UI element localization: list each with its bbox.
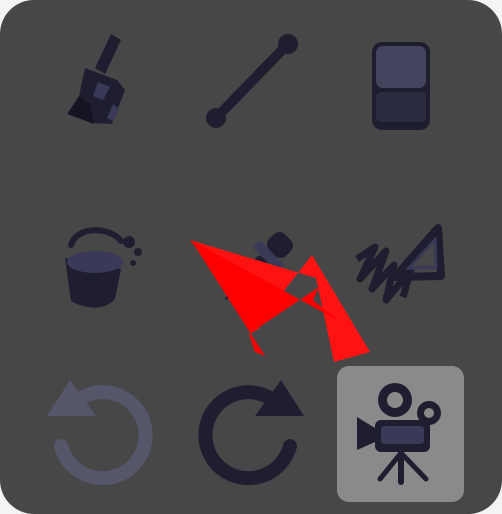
undo-arrow-icon <box>47 380 153 486</box>
paint-bucket-tool[interactable] <box>37 207 164 343</box>
scribble-triangle-tool[interactable] <box>337 207 464 343</box>
scribble-triangle-icon <box>355 224 445 304</box>
eraser-tool[interactable] <box>337 20 464 156</box>
tool-palette <box>0 0 502 514</box>
movie-camera-icon <box>357 383 441 485</box>
paint-brush-icon <box>67 34 125 124</box>
undo-tool[interactable] <box>37 366 164 502</box>
movie-camera-tool[interactable] <box>337 366 464 502</box>
eraser-icon <box>372 42 430 130</box>
redo-arrow-icon <box>198 380 304 486</box>
redo-tool[interactable] <box>187 366 314 502</box>
eyedropper-icon <box>224 232 293 301</box>
eyedropper-tool[interactable] <box>187 207 314 343</box>
line-icon <box>206 34 298 128</box>
paint-bucket-icon <box>65 227 142 308</box>
paint-brush-tool[interactable] <box>37 20 164 156</box>
line-tool[interactable] <box>187 20 314 156</box>
